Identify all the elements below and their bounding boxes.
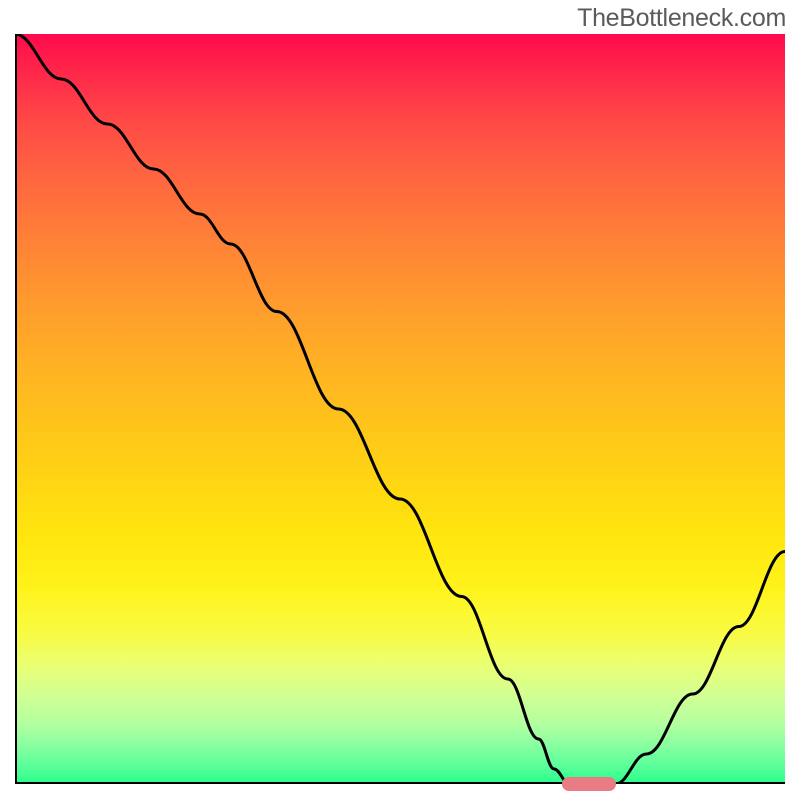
- plot-area: [15, 34, 785, 784]
- chart-frame: TheBottleneck.com: [0, 0, 800, 800]
- watermark-text: TheBottleneck.com: [577, 4, 786, 33]
- bottleneck-curve: [15, 34, 785, 784]
- sweet-spot-marker: [562, 777, 616, 791]
